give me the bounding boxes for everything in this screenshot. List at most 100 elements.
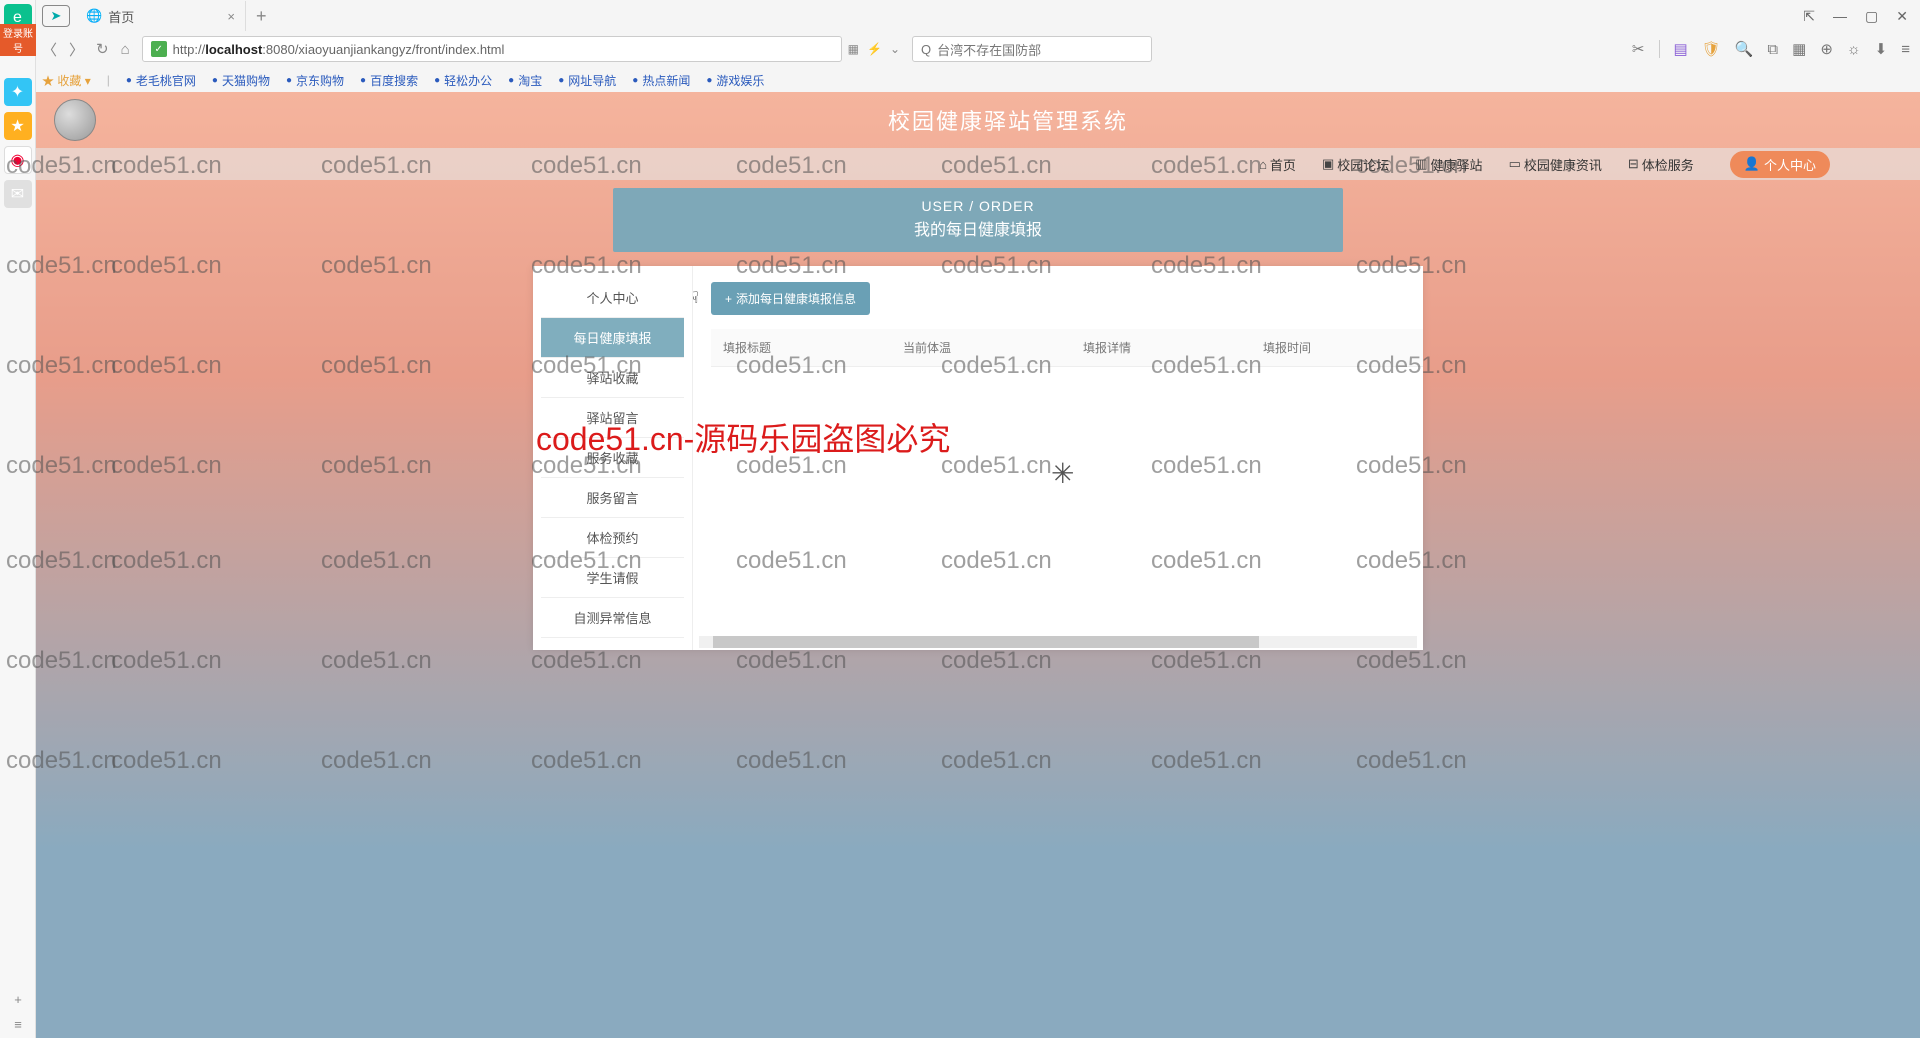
apps-icon[interactable]: ▦: [1792, 40, 1806, 58]
add-button-label: 添加每日健康填报信息: [736, 290, 856, 307]
globe-icon: 🌐: [86, 8, 102, 24]
watermark-text: code51.cn: [736, 747, 847, 775]
hero-banner: USER / ORDER 我的每日健康填报: [613, 188, 1343, 252]
new-tab-button[interactable]: +: [246, 6, 277, 27]
search-input[interactable]: Q 台湾不存在国防部: [912, 36, 1152, 62]
browser-tab[interactable]: 🌐 首页 ×: [76, 1, 246, 31]
hamburger-icon[interactable]: ≡: [1901, 41, 1910, 58]
url-text: http://localhost:8080/xiaoyuanjiankangyz…: [173, 42, 505, 57]
translate-icon[interactable]: ▤: [1674, 40, 1688, 58]
reload-button[interactable]: ↻: [96, 40, 109, 58]
watermark-text: code51.cn: [111, 352, 222, 380]
horizontal-scrollbar[interactable]: [699, 636, 1417, 648]
bookmark-link[interactable]: ●热点新闻: [632, 72, 690, 89]
sidebar-app-3-icon[interactable]: ◉: [4, 146, 32, 174]
nav-item[interactable]: ⊟体检服务: [1628, 155, 1694, 174]
nav-item[interactable]: ▥健康驿站: [1415, 155, 1482, 174]
forward-button[interactable]: 〉: [69, 39, 84, 60]
watermark-text: code51.cn: [531, 747, 642, 775]
window-close-icon[interactable]: ✕: [1896, 8, 1908, 25]
url-right-icons: ▦ ⚡ ⌄: [848, 42, 900, 56]
table-header: 填报标题: [711, 329, 891, 367]
add-tab-icon[interactable]: +: [14, 992, 22, 1007]
flash-icon[interactable]: ⚡: [867, 42, 882, 56]
app-nav: ⌂首页 ▣校园论坛 ▥健康驿站 ▭校园健康资讯 ⊟体检服务 👤 个人中心: [36, 148, 1920, 180]
nav-item[interactable]: ▭校园健康资讯: [1509, 155, 1602, 174]
watermark-text: code51.cn: [321, 252, 432, 280]
sun-icon[interactable]: ☼: [1847, 41, 1861, 58]
side-menu-item[interactable]: 服务收藏: [541, 438, 684, 478]
os-sidebar-bottom: + ≡: [0, 992, 36, 1038]
scissors-icon[interactable]: ✂: [1632, 40, 1645, 58]
chevron-down-icon[interactable]: ⌄: [890, 42, 900, 56]
tab-bar: ➤ 🌐 首页 × + ⇱ — ▢ ✕: [0, 0, 1920, 32]
watermark-text: code51.cn: [321, 647, 432, 675]
watermark-text: code51.cn: [1356, 747, 1467, 775]
bookmark-link[interactable]: ●轻松办公: [434, 72, 492, 89]
side-menu-item[interactable]: 自测异常信息: [541, 598, 684, 638]
side-menu-item[interactable]: 每日健康填报: [541, 318, 684, 358]
watermark-text: code51.cn: [941, 747, 1052, 775]
nav-item[interactable]: ⌂首页: [1259, 155, 1296, 174]
user-icon: 👤: [1744, 156, 1760, 172]
side-menu-item[interactable]: 体检预约: [541, 518, 684, 558]
bookmark-link[interactable]: ●百度搜索: [360, 72, 418, 89]
side-menu-item[interactable]: 服务留言: [541, 478, 684, 518]
side-menu-item[interactable]: 个人中心: [541, 278, 684, 318]
login-tag[interactable]: 登录账号: [0, 24, 36, 56]
tab-title: 首页: [108, 7, 134, 26]
watermark-text: code51.cn: [111, 452, 222, 480]
nav-item[interactable]: ▣校园论坛: [1322, 155, 1389, 174]
search-placeholder: 台湾不存在国防部: [937, 40, 1041, 59]
side-menu: 个人中心每日健康填报驿站收藏驿站留言服务收藏服务留言体检预约学生请假自测异常信息: [533, 266, 693, 650]
bookmark-link[interactable]: ●游戏娱乐: [706, 72, 764, 89]
bookmark-link[interactable]: ●京东购物: [286, 72, 344, 89]
window-pin-icon[interactable]: ⇱: [1803, 8, 1815, 25]
bookmark-bar: ★ 收藏 ▾ | ●老毛桃官网●天猫购物●京东购物●百度搜索●轻松办公●淘宝●网…: [0, 66, 1920, 94]
watermark-text: code51.cn: [321, 547, 432, 575]
bookmark-link[interactable]: ●天猫购物: [212, 72, 270, 89]
user-center-label: 个人中心: [1764, 155, 1816, 174]
tab-close-icon[interactable]: ×: [227, 9, 235, 24]
app-title: 校园健康驿站管理系统: [96, 104, 1920, 136]
watermark-text: code51.cn: [531, 647, 642, 675]
loading-spinner-icon: ✳: [1051, 457, 1074, 490]
download-icon[interactable]: ⬇: [1875, 40, 1888, 58]
window-max-icon[interactable]: ▢: [1865, 8, 1878, 25]
cursor-icon: ☟: [693, 288, 699, 308]
sidebar-mail-icon[interactable]: ✉: [4, 180, 32, 208]
home-button[interactable]: ⌂: [121, 41, 130, 58]
url-input[interactable]: ✓ http://localhost:8080/xiaoyuanjiankang…: [142, 36, 842, 62]
app-header: 校园健康驿站管理系统: [36, 92, 1920, 148]
bookmark-link[interactable]: ●老毛桃官网: [126, 72, 196, 89]
sidebar-app-2-icon[interactable]: ★: [4, 112, 32, 140]
globe2-icon[interactable]: ⊕: [1820, 40, 1833, 58]
search-icon: Q: [921, 42, 931, 57]
watermark-text: code51.cn: [941, 647, 1052, 675]
main-panel: 个人中心每日健康填报驿站收藏驿站留言服务收藏服务留言体检预约学生请假自测异常信息…: [533, 266, 1423, 650]
qr-icon[interactable]: ▦: [848, 42, 859, 56]
side-menu-item[interactable]: 学生请假: [541, 558, 684, 598]
browser-chrome: ➤ 🌐 首页 × + ⇱ — ▢ ✕ 〈 〉 ↻ ⌂ ✓ http://loca…: [0, 0, 1920, 95]
address-bar: 〈 〉 ↻ ⌂ ✓ http://localhost:8080/xiaoyuan…: [0, 32, 1920, 66]
shield2-icon[interactable]: 🛡: [1702, 40, 1721, 58]
bookmark-star-icon[interactable]: ★ 收藏 ▾: [42, 72, 91, 89]
toolbar-icons: ✂ ▤ 🛡 🔍 ⧉ ▦ ⊕ ☼ ⬇ ≡: [1632, 40, 1910, 58]
side-menu-item[interactable]: 驿站收藏: [541, 358, 684, 398]
sidebar-app-1-icon[interactable]: ✦: [4, 78, 32, 106]
compass-icon[interactable]: ➤: [42, 5, 70, 27]
back-button[interactable]: 〈: [42, 39, 57, 60]
user-center-button[interactable]: 👤 个人中心: [1730, 151, 1830, 178]
content-area: + 添加每日健康填报信息 ☟ 填报标题当前体温填报详情填报时间 ✳: [693, 266, 1423, 650]
puzzle-icon[interactable]: ⧉: [1767, 41, 1778, 58]
side-menu-item[interactable]: 驿站留言: [541, 398, 684, 438]
bookmark-link[interactable]: ●淘宝: [508, 72, 542, 89]
table-header: 当前体温: [891, 329, 1071, 367]
bookmark-link[interactable]: ●网址导航: [558, 72, 616, 89]
window-min-icon[interactable]: —: [1833, 8, 1847, 24]
menu-lines-icon[interactable]: ≡: [14, 1017, 22, 1032]
add-record-button[interactable]: + 添加每日健康填报信息: [711, 282, 870, 315]
zoom-icon[interactable]: 🔍: [1735, 40, 1754, 58]
avatar[interactable]: [54, 99, 96, 141]
watermark-text: code51.cn: [1151, 647, 1262, 675]
